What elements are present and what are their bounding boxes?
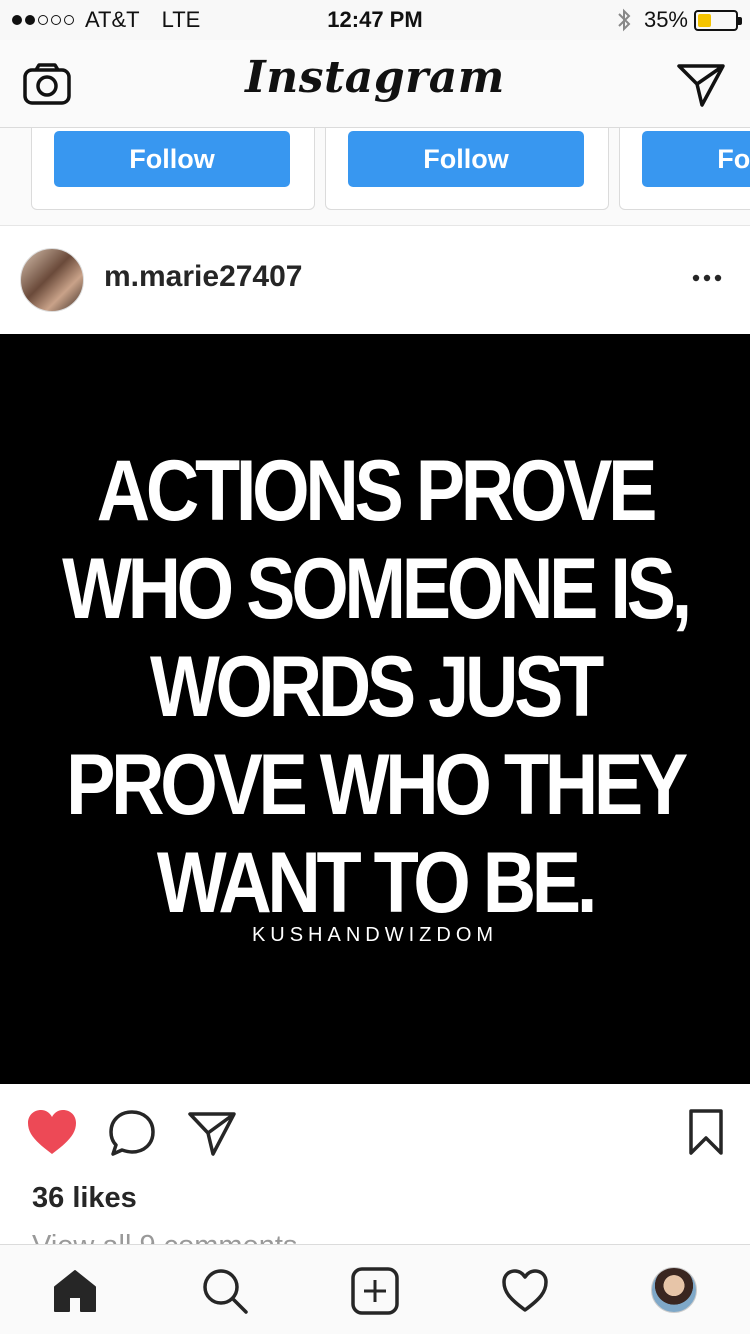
share-icon[interactable] [186,1108,238,1158]
home-icon[interactable] [51,1267,99,1315]
app-header: Instagram [0,40,750,128]
image-watermark: KUSHANDWIZDOM [251,924,499,946]
suggestion-card: Follow [619,128,750,210]
activity-heart-icon[interactable] [501,1267,549,1315]
quote-text: ACTIONS PROVE WHO SOMEONE IS, WORDS JUST… [53,442,698,932]
more-options-icon[interactable] [692,270,722,286]
add-post-icon[interactable] [351,1267,399,1315]
follow-button[interactable]: Follow [54,131,290,187]
status-bar: AT&T LTE 12:47 PM 35% [0,0,750,40]
bluetooth-icon [618,8,631,32]
battery-icon [694,9,742,31]
quote-line: WANT TO BE. [156,835,597,931]
follow-button[interactable]: Follow [642,131,750,187]
post-username[interactable]: m.marie27407 [104,260,303,294]
quote-line: ACTIONS PROVE [96,443,658,539]
instagram-logo: Instagram [245,52,505,103]
suggested-users-strip: Follow Follow Follow [0,128,750,226]
suggestion-card: Follow [325,128,609,210]
avatar[interactable] [20,248,84,312]
likes-count[interactable]: 36 likes [32,1182,137,1215]
post-image[interactable]: ACTIONS PROVE WHO SOMEONE IS, WORDS JUST… [0,334,750,1084]
bottom-tab-bar [0,1244,750,1334]
heart-icon[interactable] [26,1108,78,1156]
post-header: m.marie27407 [0,226,750,334]
view-comments-link[interactable]: View all 9 comments [32,1230,297,1244]
battery-level-fill [698,13,711,27]
comment-icon[interactable] [106,1108,158,1158]
quote-line: WORDS JUST [149,639,604,735]
follow-button[interactable]: Follow [348,131,584,187]
quote-line: PROVE WHO THEY [66,737,688,833]
profile-avatar[interactable] [651,1267,697,1313]
direct-message-icon[interactable] [676,62,726,108]
status-right: 35% [616,7,742,33]
battery-percent: 35% [643,7,688,32]
suggestion-card: Follow [31,128,315,210]
search-icon[interactable] [201,1267,249,1315]
quote-line: WHO SOMEONE IS, [62,541,692,637]
post-actions: 36 likes View all 9 comments [0,1084,750,1244]
bookmark-icon[interactable] [686,1108,726,1156]
